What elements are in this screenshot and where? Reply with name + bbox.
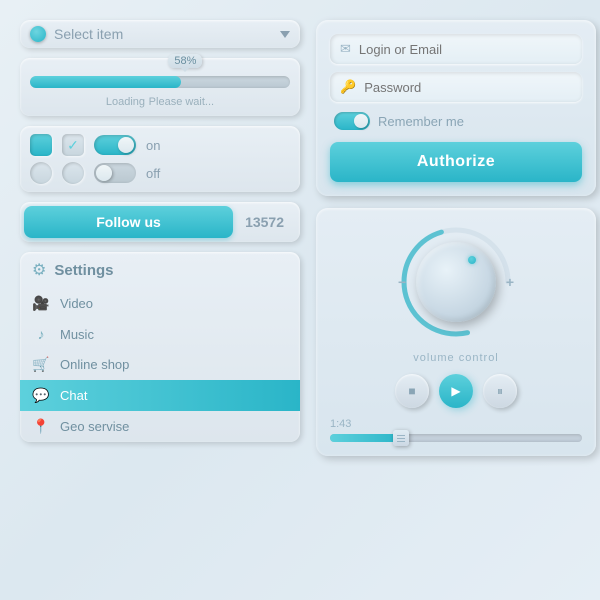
email-icon: ✉ (340, 41, 351, 57)
toggle-off-thumb (96, 165, 112, 181)
video-icon: 🎥 (32, 295, 50, 312)
checkbox-2[interactable]: ✓ (62, 134, 84, 156)
loading-text: Loading Please wait... (30, 93, 290, 108)
select-item-panel[interactable]: Select item (20, 20, 300, 48)
follow-count: 13572 (233, 208, 296, 236)
progress-panel: 58% Loading Please wait... (20, 58, 300, 116)
music-icon: ♪ (32, 326, 50, 342)
menu-item-video-label: Video (60, 296, 93, 311)
email-input-row[interactable]: ✉ (330, 34, 582, 64)
menu-item-chat-label: Chat (60, 388, 87, 403)
left-column: Select item 58% Loading Please wait... ✓ (20, 20, 300, 580)
remember-thumb (354, 114, 368, 128)
shop-icon: 🛒 (32, 356, 50, 373)
toggle-off-label: off (146, 166, 160, 181)
volume-knob[interactable] (416, 242, 496, 322)
remember-toggle[interactable] (334, 112, 370, 130)
radio-2[interactable] (62, 162, 84, 184)
remember-label: Remember me (378, 114, 464, 129)
checkbox-row-1: ✓ on (30, 134, 290, 156)
time-label: 1:43 (330, 418, 582, 430)
select-dot-icon (30, 26, 46, 42)
remember-me-row: Remember me (330, 110, 582, 132)
password-input[interactable] (364, 80, 572, 95)
menu-item-chat[interactable]: 💬 Chat (20, 380, 300, 411)
menu-item-geo[interactable]: 📍 Geo servise (20, 411, 300, 442)
pause-button[interactable]: ⏸ (483, 374, 517, 408)
settings-title: Settings (54, 262, 113, 279)
toggle-on-label: on (146, 138, 160, 153)
chat-icon: 💬 (32, 387, 50, 404)
gear-icon: ⚙ (32, 260, 46, 280)
media-controls: ■ ▶ ⏸ (395, 374, 517, 408)
knob-dot-indicator (468, 256, 476, 264)
pause-icon: ⏸ (497, 384, 503, 399)
geo-icon: 📍 (32, 418, 50, 435)
authorize-button[interactable]: Authorize (330, 142, 582, 182)
settings-header: ⚙ Settings (20, 252, 300, 288)
thumb-line-3 (397, 441, 405, 442)
dropdown-arrow-icon (280, 31, 290, 38)
menu-item-shop-label: Online shop (60, 357, 129, 372)
right-column: ✉ 🔑 Remember me Authorize (316, 20, 596, 580)
stop-button[interactable]: ■ (395, 374, 429, 408)
progress-bar-bg (30, 76, 290, 88)
follow-us-panel: Follow us 13572 (20, 202, 300, 242)
lock-icon: 🔑 (340, 79, 356, 95)
thumb-line-2 (397, 438, 405, 439)
checkbox-1[interactable] (30, 134, 52, 156)
time-slider-thumb[interactable] (393, 430, 409, 446)
menu-item-geo-label: Geo servise (60, 419, 129, 434)
settings-panel: ⚙ Settings 🎥 Video ♪ Music 🛒 Online shop… (20, 252, 300, 442)
volume-minus-icon[interactable]: − (398, 274, 406, 290)
menu-item-shop[interactable]: 🛒 Online shop (20, 349, 300, 380)
email-input[interactable] (359, 42, 572, 57)
progress-bubble: 58% (168, 54, 202, 68)
password-input-row[interactable]: 🔑 (330, 72, 582, 102)
select-item-label: Select item (54, 26, 272, 42)
radio-1[interactable] (30, 162, 52, 184)
toggle-off[interactable] (94, 163, 136, 183)
toggles-panel: ✓ on off (20, 126, 300, 192)
volume-label: volume control (413, 352, 499, 364)
time-slider-row: 1:43 (330, 418, 582, 442)
follow-us-button[interactable]: Follow us (24, 206, 233, 238)
play-icon: ▶ (451, 384, 460, 398)
volume-plus-icon[interactable]: + (506, 274, 514, 290)
toggle-on-thumb (118, 137, 134, 153)
menu-item-video[interactable]: 🎥 Video (20, 288, 300, 319)
time-slider-fill (330, 434, 401, 442)
radio-row: off (30, 162, 290, 184)
login-panel: ✉ 🔑 Remember me Authorize (316, 20, 596, 196)
volume-panel: − + volume control ■ ▶ ⏸ 1:43 (316, 208, 596, 456)
toggle-on[interactable] (94, 135, 136, 155)
menu-item-music-label: Music (60, 327, 94, 342)
menu-item-music[interactable]: ♪ Music (20, 319, 300, 349)
volume-knob-area: − + (396, 222, 516, 342)
play-button[interactable]: ▶ (439, 374, 473, 408)
stop-icon: ■ (408, 384, 415, 398)
thumb-line-1 (397, 435, 405, 436)
progress-bar-fill (30, 76, 181, 88)
time-slider[interactable] (330, 434, 582, 442)
